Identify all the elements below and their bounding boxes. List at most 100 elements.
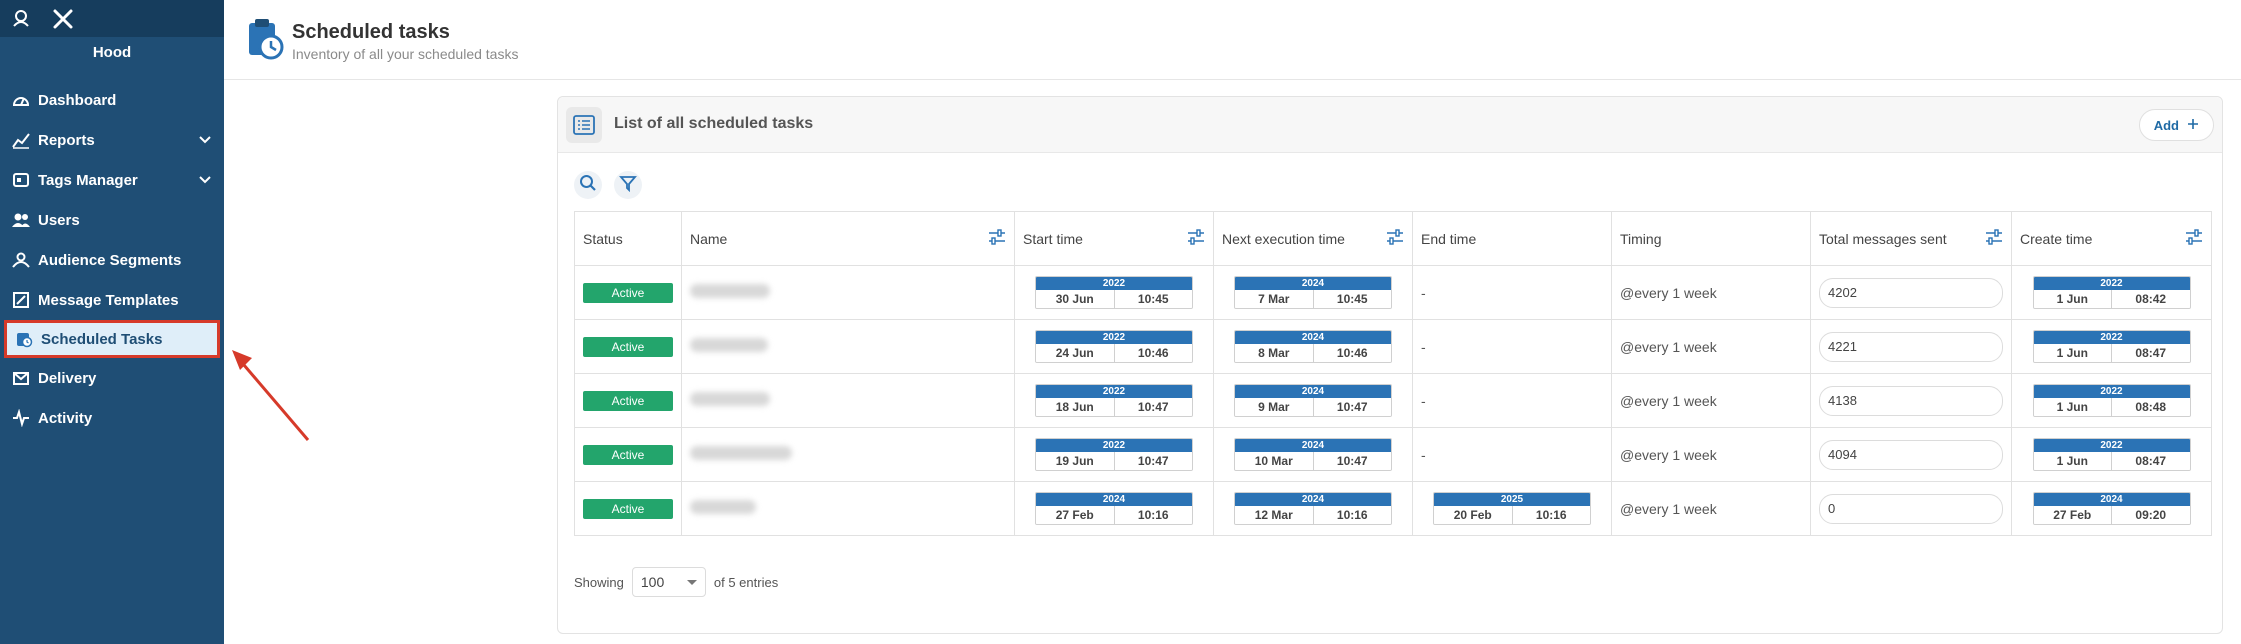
sliders-icon[interactable] bbox=[1985, 229, 2003, 248]
end-time-cell: - bbox=[1412, 265, 1612, 320]
redacted-name bbox=[690, 500, 756, 514]
date-day: 10 Mar bbox=[1235, 452, 1314, 470]
column-header-start-time[interactable]: Start time bbox=[1014, 211, 1214, 266]
table-row[interactable]: Active 2022 18 Jun 10:47 2024 9 Mar 10:47 - … bbox=[574, 373, 2212, 428]
name-cell[interactable] bbox=[681, 427, 1015, 482]
tools-icon[interactable] bbox=[52, 8, 74, 30]
date-chip: 2025 20 Feb 10:16 bbox=[1433, 492, 1591, 525]
date-chip: 2022 1 Jun 08:47 bbox=[2032, 330, 2191, 363]
table-row[interactable]: Active 2022 24 Jun 10:46 2024 8 Mar 10:46 - … bbox=[574, 319, 2212, 374]
start-time-cell: 2022 24 Jun 10:46 bbox=[1014, 319, 1214, 374]
date-year: 2022 bbox=[1036, 331, 1192, 344]
sidebar-item-delivery[interactable]: Delivery bbox=[0, 358, 224, 398]
table-row[interactable]: Active 2022 30 Jun 10:45 2024 7 Mar 10:45 - … bbox=[574, 265, 2212, 320]
next-execution-cell: 2024 8 Mar 10:46 bbox=[1213, 319, 1413, 374]
org-name: Hood bbox=[92, 44, 132, 61]
sidebar-item-users[interactable]: Users bbox=[0, 200, 224, 240]
timing-cell: @every 1 week bbox=[1611, 373, 1811, 428]
name-cell[interactable] bbox=[681, 481, 1015, 536]
date-day: 12 Mar bbox=[1235, 506, 1314, 524]
name-cell[interactable] bbox=[681, 373, 1015, 428]
page-title: Scheduled tasks bbox=[292, 21, 450, 43]
date-chip: 2024 27 Feb 09:20 bbox=[2032, 492, 2191, 525]
add-button[interactable]: Add bbox=[2138, 109, 2214, 141]
table-row[interactable]: Active 2022 19 Jun 10:47 2024 10 Mar 10:47 -… bbox=[574, 427, 2212, 482]
sliders-icon[interactable] bbox=[1187, 229, 1205, 248]
date-time: 10:16 bbox=[1535, 508, 1567, 522]
name-cell[interactable] bbox=[681, 319, 1015, 374]
sidebar-item-reports[interactable]: Reports bbox=[0, 120, 224, 160]
total-messages-field[interactable]: 0 bbox=[1819, 493, 2003, 524]
entries-label: of 5 entries bbox=[713, 574, 779, 590]
table-row[interactable]: Active 2024 27 Feb 10:16 2024 12 Mar 10:16 2… bbox=[574, 481, 2212, 536]
date-chip: 2022 1 Jun 08:47 bbox=[2032, 438, 2191, 471]
date-chip: 2022 18 Jun 10:47 bbox=[1035, 384, 1193, 417]
sidebar-item-message-templates[interactable]: Message Templates bbox=[0, 280, 224, 320]
column-label: Start time bbox=[1023, 230, 1083, 247]
date-time: 08:42 bbox=[2135, 292, 2167, 306]
total-cell: 4221 bbox=[1810, 319, 2012, 374]
column-header-timing[interactable]: Timing bbox=[1611, 211, 1811, 266]
timing-cell: @every 1 week bbox=[1611, 427, 1811, 482]
date-day: 19 Jun bbox=[1036, 452, 1115, 470]
date-time: 10:16 bbox=[1137, 508, 1169, 522]
name-cell[interactable] bbox=[681, 265, 1015, 320]
status-cell: Active bbox=[574, 481, 682, 536]
scheduled-tasks-header-icon bbox=[245, 17, 285, 66]
total-messages-field[interactable]: 4221 bbox=[1819, 331, 2003, 362]
page-subtitle: Inventory of all your scheduled tasks bbox=[292, 46, 519, 62]
sliders-icon[interactable] bbox=[2185, 229, 2203, 248]
date-time: 10:47 bbox=[1137, 400, 1169, 414]
date-year: 2025 bbox=[1434, 493, 1590, 506]
column-header-total-messages-sent[interactable]: Total messages sent bbox=[1810, 211, 2012, 266]
pagination-info: Showing 100 of 5 entries bbox=[574, 567, 778, 597]
column-header-status[interactable]: Status bbox=[574, 211, 682, 266]
page-size-select[interactable]: 100 bbox=[631, 567, 706, 597]
column-header-end-time[interactable]: End time bbox=[1412, 211, 1612, 266]
sidebar-item-scheduled-tasks[interactable]: Scheduled Tasks bbox=[4, 320, 220, 358]
sliders-icon[interactable] bbox=[1386, 229, 1404, 248]
next-execution-cell: 2024 10 Mar 10:47 bbox=[1213, 427, 1413, 482]
date-year: 2024 bbox=[1235, 493, 1391, 506]
total-messages-field[interactable]: 4202 bbox=[1819, 277, 2003, 308]
sidebar-item-tags-manager[interactable]: Tags Manager bbox=[0, 160, 224, 200]
column-label: Status bbox=[583, 230, 623, 247]
date-time: 08:47 bbox=[2135, 346, 2167, 360]
sidebar-item-label: Tags Manager bbox=[38, 171, 138, 189]
redacted-name bbox=[690, 338, 768, 352]
date-chip: 2024 10 Mar 10:47 bbox=[1234, 438, 1392, 471]
date-year: 2022 bbox=[1036, 277, 1192, 290]
sidebar-top-bar bbox=[0, 0, 224, 37]
sidebar-item-activity[interactable]: Activity bbox=[0, 398, 224, 438]
profile-icon[interactable] bbox=[10, 8, 32, 30]
sidebar-item-label: Message Templates bbox=[38, 291, 179, 309]
date-year: 2022 bbox=[2033, 439, 2190, 452]
chevron-down-icon[interactable] bbox=[198, 172, 212, 190]
status-cell: Active bbox=[574, 427, 682, 482]
create-time-cell: 2022 1 Jun 08:48 bbox=[2011, 373, 2212, 428]
column-header-next-execution-time[interactable]: Next execution time bbox=[1213, 211, 1413, 266]
add-button-label: Add bbox=[2153, 117, 2179, 133]
date-chip: 2022 30 Jun 10:45 bbox=[1035, 276, 1193, 309]
total-messages-field[interactable]: 4138 bbox=[1819, 385, 2003, 416]
column-header-create-time[interactable]: Create time bbox=[2011, 211, 2212, 266]
column-header-name[interactable]: Name bbox=[681, 211, 1015, 266]
date-time: 09:20 bbox=[2135, 508, 2167, 522]
list-icon bbox=[566, 107, 602, 143]
annotation-arrow-icon bbox=[232, 350, 310, 441]
search-icon bbox=[579, 174, 597, 197]
status-cell: Active bbox=[574, 265, 682, 320]
filter-button[interactable] bbox=[614, 171, 642, 199]
search-button[interactable] bbox=[574, 171, 602, 199]
sidebar-nav: Dashboard Reports Tags Manager Users Aud… bbox=[0, 80, 224, 438]
date-chip: 2022 1 Jun 08:42 bbox=[2032, 276, 2191, 309]
status-badge: Active bbox=[583, 444, 673, 465]
date-year: 2022 bbox=[2033, 277, 2190, 290]
create-time-cell: 2024 27 Feb 09:20 bbox=[2011, 481, 2212, 536]
sliders-icon[interactable] bbox=[988, 229, 1006, 248]
sidebar-item-audience-segments[interactable]: Audience Segments bbox=[0, 240, 224, 280]
chevron-down-icon[interactable] bbox=[198, 132, 212, 150]
total-messages-field[interactable]: 4094 bbox=[1819, 439, 2003, 470]
sidebar-item-dashboard[interactable]: Dashboard bbox=[0, 80, 224, 120]
sidebar-item-label: Scheduled Tasks bbox=[41, 330, 163, 348]
